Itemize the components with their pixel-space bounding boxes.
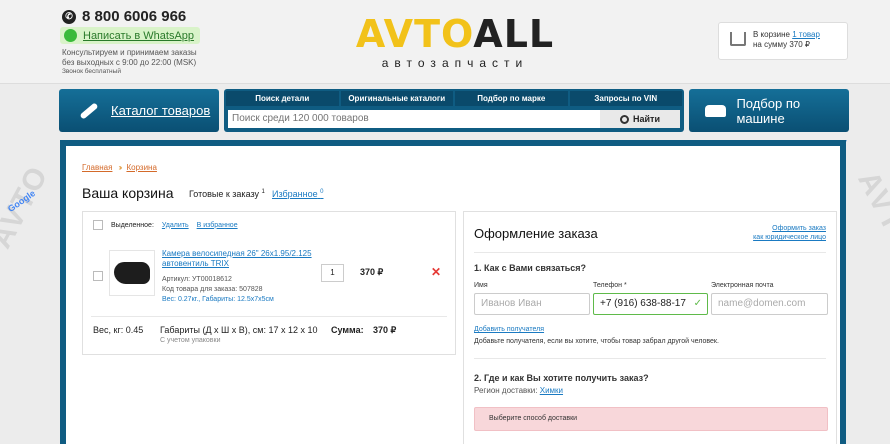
- email-label: Электронная почта: [711, 282, 774, 289]
- item-article: Артикул: УТ00018612: [162, 276, 232, 283]
- hours-line1: Консультируем и принимаем заказы: [62, 48, 197, 57]
- order-card: Оформление заказа Оформить заказ как юри…: [463, 211, 837, 444]
- phone-field[interactable]: +7 (916) 638-88-17 ✓: [593, 293, 708, 315]
- item-price: 370 ₽: [360, 267, 384, 277]
- header-cart[interactable]: В корзине 1 товар на сумму 370 ₽: [718, 22, 848, 60]
- tube-image: [114, 262, 150, 284]
- tab-ready[interactable]: Готовые к заказу 1: [189, 189, 265, 199]
- whatsapp-icon: [64, 29, 77, 42]
- delivery-alert: Выберите способ доставки: [474, 407, 828, 431]
- item-weight: Вес: 0.27кг., Габариты: 12.5х7х5см: [162, 296, 274, 303]
- tab-original-catalogs[interactable]: Оригинальные каталоги: [340, 91, 453, 106]
- summary-total: 370 ₽: [373, 325, 397, 335]
- phone-icon: ✆: [62, 9, 76, 24]
- select-all-checkbox[interactable]: [93, 220, 103, 230]
- name-field[interactable]: Иванов Иван: [474, 293, 590, 315]
- logo-subtitle: автозапчасти: [381, 56, 529, 70]
- quantity-input[interactable]: 1: [321, 264, 344, 282]
- car-selection-label: Подбор по машине: [736, 95, 801, 126]
- logo-avto: AVTO: [355, 12, 474, 56]
- delivery-region: Регион доставки: Химки: [474, 386, 563, 395]
- cart-sum: на сумму 370 ₽: [753, 40, 810, 49]
- summary-dimensions: Габариты (Д х Ш х В), см: 17 х 12 х 10: [160, 325, 318, 335]
- breadcrumb-arrow-icon: ›››: [118, 163, 122, 172]
- to-favorites-link[interactable]: В избранное: [197, 222, 238, 229]
- tab-fav-count: 0: [320, 189, 324, 195]
- tab-ready-label: Готовые к заказу: [189, 189, 259, 199]
- wrench-icon: [79, 101, 99, 120]
- breadcrumb-cart[interactable]: Корзина: [126, 163, 156, 172]
- search-icon: [620, 114, 629, 124]
- item-code: Код товара для заказа: 507828: [162, 286, 263, 293]
- item-meta: Артикул: УТ00018612 Код товара для заказ…: [162, 275, 274, 305]
- region-link[interactable]: Химки: [540, 386, 563, 395]
- breadcrumb-home[interactable]: Главная: [82, 163, 112, 172]
- car-icon: [705, 104, 727, 117]
- selected-label: Выделенное:: [111, 221, 154, 229]
- breadcrumb: Главная ››› Корзина: [82, 163, 157, 172]
- free-call: Звонок бесплатный: [62, 68, 121, 75]
- item-image[interactable]: [109, 250, 155, 296]
- phone-number[interactable]: 8 800 6006 966: [82, 8, 186, 25]
- divider: [91, 316, 447, 317]
- name-label: Имя: [474, 282, 488, 289]
- hours-line2: без выходных с 9:00 до 22:00 (MSK): [62, 58, 197, 67]
- cart-card: Выделенное: Удалить В избранное Камера в…: [82, 211, 456, 355]
- add-recipient-link[interactable]: Добавить получателя: [474, 326, 544, 333]
- logo-all: ALL: [473, 12, 555, 56]
- search-button-label: Найти: [633, 114, 660, 124]
- item-checkbox[interactable]: [93, 271, 103, 281]
- catalog-label: Каталог товаров: [111, 103, 211, 118]
- catalog-button[interactable]: Каталог товаров: [59, 89, 219, 132]
- add-recipient-hint: Добавьте получателя, если вы хотите, что…: [474, 338, 719, 345]
- tab-by-brand[interactable]: Подбор по марке: [455, 91, 568, 106]
- search-input[interactable]: [228, 110, 600, 128]
- delete-item-icon[interactable]: ✕: [431, 265, 441, 279]
- main-panel: Главная ››› Корзина Ваша корзина Готовые…: [60, 140, 846, 444]
- whatsapp-label[interactable]: Написать в WhatsApp: [83, 30, 194, 42]
- page-title: Ваша корзина: [82, 185, 174, 201]
- tab-favorites[interactable]: Избранное 0: [272, 189, 323, 199]
- cart-count-link[interactable]: 1 товар: [792, 30, 820, 39]
- logo[interactable]: AVTOALL автозапчасти: [350, 14, 560, 70]
- site-header: ✆ 8 800 6006 966 Написать в WhatsApp Кон…: [0, 0, 890, 84]
- legal-line2: как юридическое лицо: [753, 234, 826, 241]
- cart-icon: [730, 32, 746, 46]
- divider: [474, 252, 826, 253]
- cart-prefix: В корзине: [753, 30, 790, 39]
- delivery-section-title: 2. Где и как Вы хотите получить заказ?: [474, 373, 649, 383]
- background-logo-right: AVTO: [851, 165, 890, 260]
- check-icon: ✓: [693, 298, 702, 309]
- item-name-link[interactable]: Камера велосипедная 26" 26х1.95/2.125 ав…: [162, 249, 312, 269]
- order-title: Оформление заказа: [474, 226, 598, 241]
- search-tabs: Поиск детали Оригинальные каталоги Подбо…: [226, 91, 682, 106]
- tab-part-search[interactable]: Поиск детали: [226, 91, 339, 106]
- phone[interactable]: ✆ 8 800 6006 966: [62, 8, 186, 25]
- phone-label: Телефон *: [593, 282, 627, 289]
- cart-summary: В корзине 1 товар на сумму 370 ₽: [753, 30, 820, 50]
- region-label: Регион доставки:: [474, 386, 538, 395]
- search-panel: Поиск детали Оригинальные каталоги Подбо…: [224, 89, 684, 132]
- whatsapp-link[interactable]: Написать в WhatsApp: [60, 27, 201, 44]
- delete-selected-link[interactable]: Удалить: [162, 222, 189, 229]
- car-selection-button[interactable]: Подбор по машине: [689, 89, 849, 132]
- email-field[interactable]: name@domen.com: [711, 293, 828, 315]
- summary-weight: Вес, кг: 0.45: [93, 325, 144, 335]
- legal-entity-link[interactable]: Оформить заказ как юридическое лицо: [753, 224, 826, 242]
- legal-line1: Оформить заказ: [772, 225, 826, 232]
- divider: [474, 358, 826, 359]
- working-hours: Консультируем и принимаем заказы без вых…: [62, 48, 222, 68]
- search-button[interactable]: Найти: [600, 110, 680, 128]
- summary-packing: С учетом упаковки: [160, 337, 221, 344]
- tab-fav-label: Избранное: [272, 189, 318, 199]
- selection-toolbar: Выделенное: Удалить В избранное: [93, 220, 238, 230]
- tab-ready-count: 1: [261, 189, 265, 195]
- phone-value: +7 (916) 638-88-17: [600, 298, 686, 309]
- tab-vin-requests[interactable]: Запросы по VIN: [569, 91, 682, 106]
- summary-total-label: Сумма:: [331, 325, 364, 335]
- contact-section-title: 1. Как с Вами связаться?: [474, 263, 587, 273]
